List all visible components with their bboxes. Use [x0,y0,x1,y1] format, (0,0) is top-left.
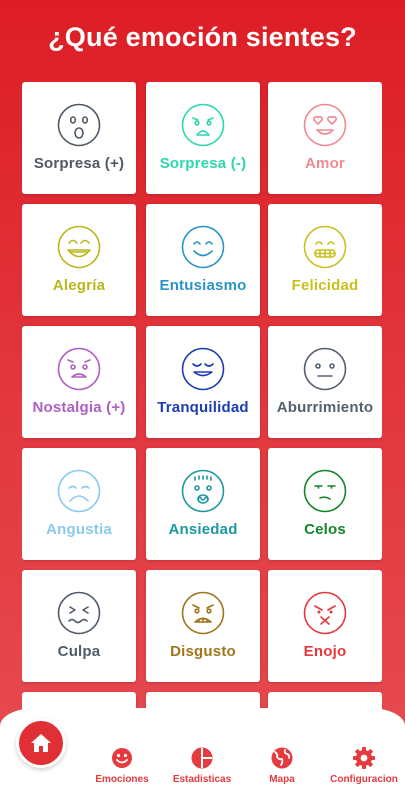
emotion-label: Felicidad [291,277,359,294]
smiley-icon [112,748,132,768]
gear-icon [353,747,375,769]
emotion-card[interactable]: Culpa [22,570,136,682]
nostalgic-face-icon [57,347,101,391]
nav-estadisticas-label: Estadisticas [172,774,232,785]
bored-face-icon [303,347,347,391]
surprised-face-icon [57,103,101,147]
emotion-card[interactable]: Aburrimiento [268,326,382,438]
grinning-face-icon [303,225,347,269]
jealous-face-icon [303,469,347,513]
nav-estadisticas[interactable]: Estadisticas [162,746,242,785]
emotion-card[interactable]: Disgusto [146,570,260,682]
pie-chart-icon [191,747,213,769]
emotion-card[interactable]: Ansiedad [146,448,260,560]
emotion-label: Enojo [303,643,347,660]
shocked-face-icon [181,103,225,147]
disgusted-face-icon [181,591,225,635]
emotion-card[interactable]: Sorpresa (+) [22,82,136,194]
anxious-face-icon [181,469,225,513]
emotion-label: Angustia [46,521,112,538]
smiling-face-icon [181,225,225,269]
anguished-face-icon [57,469,101,513]
laughing-face-icon [57,225,101,269]
emotion-label: Nostalgia (+) [32,399,126,416]
emotion-card[interactable]: Felicidad [268,204,382,316]
emotion-label: Culpa [57,643,101,660]
nav-emociones-label: Emociones [95,774,149,785]
home-icon [31,734,51,752]
emotion-card[interactable]: Celos [268,448,382,560]
angry-face-icon [303,591,347,635]
emotion-card[interactable]: Entusiasmo [146,204,260,316]
emotion-label: Disgusto [170,643,236,660]
heart-eyes-face-icon [303,103,347,147]
emotion-card[interactable]: Nostalgia (+) [22,326,136,438]
emotion-card[interactable]: Enojo [268,570,382,682]
home-button[interactable] [16,718,66,768]
emotion-label: Sorpresa (+) [33,155,125,172]
emotion-label: Sorpresa (-) [159,155,247,172]
emotion-label: Ansiedad [168,521,238,538]
nav-mapa-label: Mapa [269,774,295,785]
emotion-card[interactable]: Angustia [22,448,136,560]
guilty-face-icon [57,591,101,635]
nav-configuracion[interactable]: Configuracion [324,746,404,785]
calm-face-icon [181,347,225,391]
emotion-label: Aburrimiento [276,399,374,416]
emotion-label: Entusiasmo [159,277,247,294]
emotion-grid: Sorpresa (+) Sorpresa (-) Amor Alegría E… [22,82,382,712]
emotion-card[interactable]: Tranquilidad [146,326,260,438]
nav-emociones[interactable]: Emociones [82,746,162,785]
emotion-card[interactable]: Amor [268,82,382,194]
emotion-card[interactable]: Alegría [22,204,136,316]
emotion-card[interactable]: Sorpresa (-) [146,82,260,194]
emotion-label: Amor [305,155,345,172]
nav-configuracion-label: Configuracion [330,774,398,785]
nav-mapa[interactable]: Mapa [242,746,322,785]
globe-icon [271,747,293,769]
emotion-label: Alegría [52,277,106,294]
emotion-label: Tranquilidad [157,399,249,416]
page-title: ¿Qué emoción sientes? [48,22,357,52]
emotion-label: Celos [304,521,346,538]
